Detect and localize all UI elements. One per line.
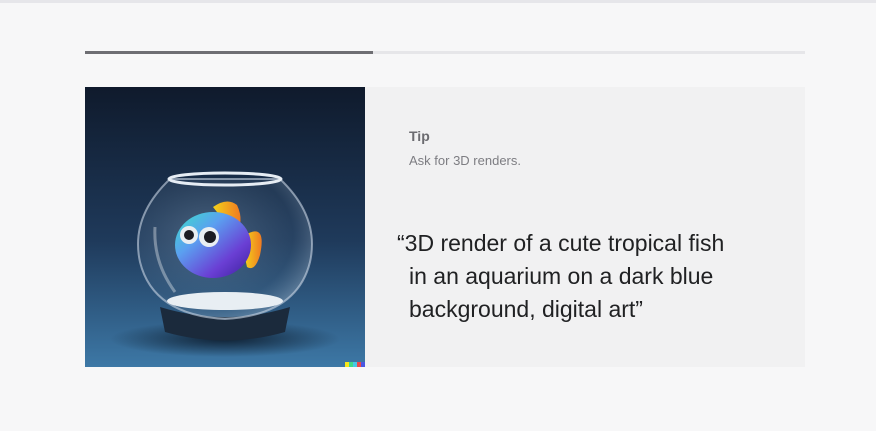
prompt-quote-line: background, digital art” bbox=[409, 296, 643, 322]
prompt-quote: “3D render of a cute tropical fish in an… bbox=[397, 227, 797, 326]
prompt-quote-line: “3D render of a cute tropical fish bbox=[397, 230, 725, 256]
tip-subtitle: Ask for 3D renders. bbox=[409, 153, 521, 168]
tip-panel: Tip Ask for 3D renders. “3D render of a … bbox=[365, 87, 805, 367]
example-card: Tip Ask for 3D renders. “3D render of a … bbox=[85, 87, 805, 367]
progress-track bbox=[85, 51, 805, 54]
dalle-watermark bbox=[345, 362, 365, 367]
top-border bbox=[0, 0, 876, 3]
prompt-quote-line: in an aquarium on a dark blue bbox=[409, 263, 714, 289]
bowl-gravel bbox=[167, 292, 283, 310]
progress-fill bbox=[85, 51, 373, 54]
example-image bbox=[85, 87, 365, 367]
fish-bowl-illustration bbox=[85, 87, 365, 367]
tip-title: Tip bbox=[409, 128, 430, 144]
